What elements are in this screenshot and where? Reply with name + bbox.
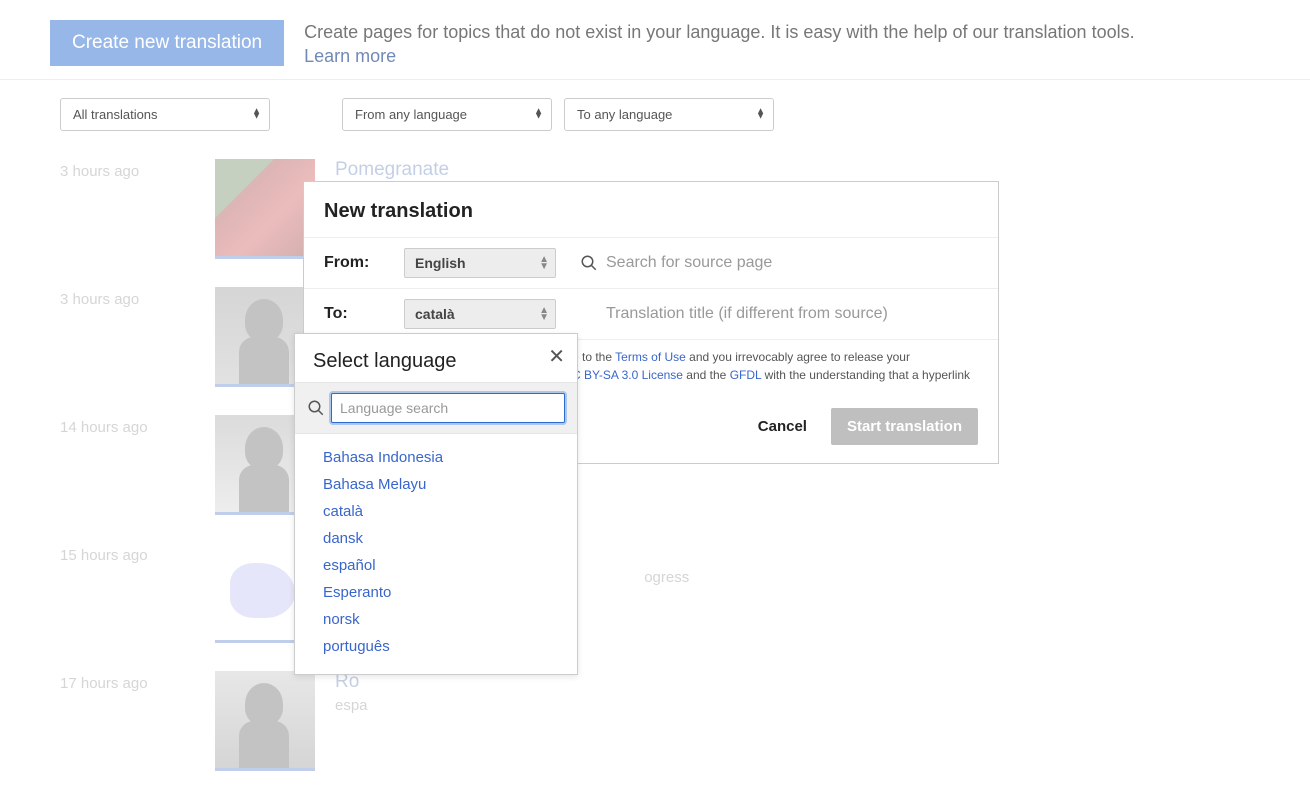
language-search-input[interactable] xyxy=(331,393,565,423)
from-language-value: English xyxy=(415,255,466,271)
filter-all-translations[interactable]: All translations ▲▼ xyxy=(60,98,270,131)
filter-label: From any language xyxy=(355,107,467,122)
chevron-updown-icon: ▲▼ xyxy=(539,256,549,270)
language-list: Bahasa IndonesiaBahasa Melayucatalàdansk… xyxy=(295,434,577,674)
popover-title: Select language xyxy=(313,348,559,374)
select-language-popover: Select language ✕ Bahasa IndonesiaBahasa… xyxy=(294,333,578,675)
language-option[interactable]: Bahasa Melayu xyxy=(295,471,577,498)
filter-label: All translations xyxy=(73,107,158,122)
modal-to-row: To: català ▲▼ xyxy=(304,288,998,339)
translation-title-input[interactable] xyxy=(606,305,978,323)
start-translation-button[interactable]: Start translation xyxy=(831,408,978,445)
header-banner: Create new translation Create pages for … xyxy=(0,0,1310,80)
legal-fragment: and you irrevocably agree to release you… xyxy=(686,350,910,364)
timestamp: 3 hours ago xyxy=(60,287,215,308)
language-option[interactable]: Bahasa Indonesia xyxy=(295,444,577,471)
language-option[interactable]: Esperanto xyxy=(295,579,577,606)
cc-license-link[interactable]: C BY-SA 3.0 License xyxy=(572,368,683,382)
modal-from-row: From: English ▲▼ xyxy=(304,237,998,288)
search-icon xyxy=(307,398,325,416)
content-area: 3 hours agoPomegranateEngl3 hours agoPaB… xyxy=(0,145,1310,785)
thumbnail xyxy=(215,671,315,771)
legal-fragment: and the xyxy=(683,368,730,382)
gfdl-link[interactable]: GFDL xyxy=(730,368,762,382)
cancel-button[interactable]: Cancel xyxy=(758,418,807,435)
from-language-dropdown[interactable]: English ▲▼ xyxy=(404,248,556,278)
filter-from-language[interactable]: From any language ▲▼ xyxy=(342,98,552,131)
source-page-input[interactable] xyxy=(606,254,978,272)
to-language-dropdown[interactable]: català ▲▼ xyxy=(404,299,556,329)
banner-description: Create pages for topics that do not exis… xyxy=(304,22,1134,42)
search-icon xyxy=(580,253,598,271)
sort-icon: ▲▼ xyxy=(756,109,765,120)
filter-label: To any language xyxy=(577,107,672,122)
language-option[interactable]: català xyxy=(295,498,577,525)
to-language-value: català xyxy=(415,306,455,322)
learn-more-link[interactable]: Learn more xyxy=(304,46,396,66)
popover-search-row xyxy=(295,382,577,434)
translation-row[interactable]: 15 hours agoDanorsogress••• xyxy=(60,529,1250,657)
thumbnail xyxy=(215,159,315,259)
to-label: To: xyxy=(324,305,404,323)
info: Roespa xyxy=(335,671,1250,714)
filters-row: All translations ▲▼ From any language ▲▼… xyxy=(0,80,1310,145)
modal-title: New translation xyxy=(304,182,998,237)
timestamp: 3 hours ago xyxy=(60,159,215,180)
timestamp: 14 hours ago xyxy=(60,415,215,436)
language-option[interactable]: dansk xyxy=(295,525,577,552)
from-label: From: xyxy=(324,254,404,272)
filter-to-language[interactable]: To any language ▲▼ xyxy=(564,98,774,131)
timestamp: 15 hours ago xyxy=(60,543,215,564)
chevron-updown-icon: ▲▼ xyxy=(539,307,549,321)
close-icon[interactable]: ✕ xyxy=(548,344,565,369)
terms-of-use-link[interactable]: Terms of Use xyxy=(615,350,686,364)
banner-text: Create pages for topics that do not exis… xyxy=(304,20,1134,69)
sort-icon: ▲▼ xyxy=(252,109,261,120)
legal-fragment: with the understanding that a hyperlink xyxy=(761,368,970,382)
article-subtitle: espa xyxy=(335,697,368,714)
popover-header: Select language ✕ xyxy=(295,334,577,382)
language-option[interactable]: norsk xyxy=(295,606,577,633)
language-option[interactable]: português xyxy=(295,633,577,660)
article-title[interactable]: Pomegranate xyxy=(335,159,1250,181)
legal-fragment: e to the xyxy=(572,350,615,364)
progress-label: ogress xyxy=(644,569,689,586)
create-new-translation-button[interactable]: Create new translation xyxy=(50,20,284,66)
translation-row[interactable]: 17 hours ago Roespa xyxy=(60,657,1250,785)
language-option[interactable]: español xyxy=(295,552,577,579)
timestamp: 17 hours ago xyxy=(60,671,215,692)
sort-icon: ▲▼ xyxy=(534,109,543,120)
